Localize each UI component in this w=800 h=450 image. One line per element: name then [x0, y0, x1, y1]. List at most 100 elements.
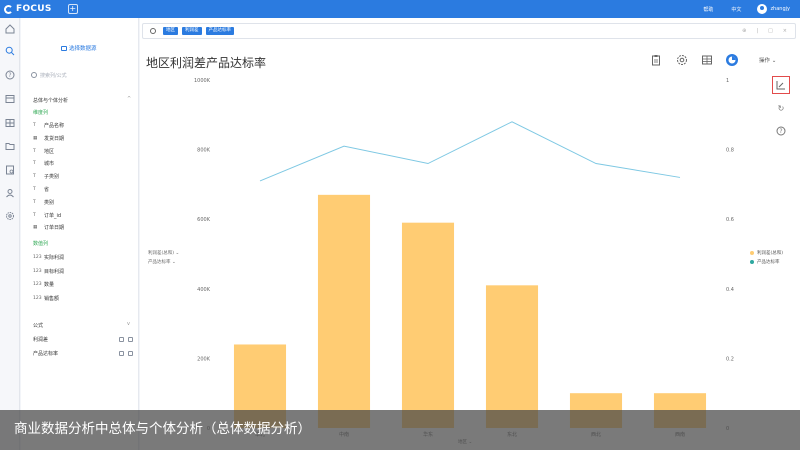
legend-dot [750, 251, 754, 255]
new-tab-button[interactable]: + [67, 4, 78, 14]
dimension-column-item[interactable]: T 地区 [33, 148, 54, 155]
group-title[interactable]: 总体与个体分析 [33, 97, 68, 104]
text-type-icon: T [33, 161, 36, 167]
main-area: 地区 利润差 产品达标率 ⊕ | □ × 地区利润差产品达标率 操作 ⌄ ↻ ?… [140, 18, 800, 450]
column-name: 省 [44, 187, 50, 193]
text-type-icon: T [33, 187, 36, 192]
settings-icon[interactable] [5, 211, 15, 221]
y-right-tick-label: 0.6 [726, 217, 734, 223]
column-name: 城市 [44, 161, 55, 168]
help-circle-icon[interactable]: ? [772, 122, 790, 140]
search-icon [31, 72, 37, 78]
clipboard-icon[interactable] [650, 54, 662, 66]
axis-chart-icon[interactable] [772, 76, 790, 94]
measure-column-item[interactable]: 123 实际利润 [33, 254, 64, 261]
pie-chart-icon[interactable] [726, 54, 738, 66]
table-icon[interactable] [5, 118, 15, 128]
column-name: 订单_id [44, 212, 62, 219]
search-icon[interactable] [5, 46, 15, 56]
table-view-icon[interactable] [701, 54, 713, 66]
dimension-column-item[interactable]: ▦ 发货日期 [33, 135, 64, 142]
calendar-icon: ▦ [33, 135, 38, 141]
help-circle-icon[interactable]: ? [5, 70, 15, 80]
bar [485, 285, 539, 428]
chevron-down-icon[interactable]: v [127, 321, 130, 327]
measure-section-label: 数值列 [33, 241, 49, 247]
legend-item[interactable]: 利润差(总和) [750, 250, 783, 256]
left-axis-label[interactable]: 利润差(总和) ⌄ [148, 250, 179, 256]
bar [401, 222, 455, 428]
column-name: 子类别 [44, 174, 60, 181]
dimension-section-label: 维度列 [33, 110, 49, 116]
edit-icon[interactable] [119, 337, 124, 342]
refresh-icon[interactable]: ↻ [772, 99, 790, 117]
search-bar[interactable]: 地区 利润差 产品达标率 ⊕ | □ × [142, 23, 796, 39]
number-type-icon: 123 [33, 295, 42, 301]
brand[interactable]: FOCUS [4, 4, 52, 14]
dimension-column-item[interactable]: T 城市 [33, 160, 54, 167]
y-left-tick-label: 600K [197, 217, 211, 223]
select-source-button[interactable]: 选择数据源 [61, 44, 97, 52]
data-connect-icon[interactable] [5, 165, 15, 175]
y-left-tick-label: 800K [197, 148, 211, 154]
user-avatar[interactable] [757, 4, 768, 14]
formula-item[interactable]: 产品达标率 [33, 350, 133, 357]
add-circle-icon[interactable]: ⊕ [742, 28, 746, 34]
dimension-column-item[interactable]: T省 [33, 186, 49, 193]
operations-menu[interactable]: 操作 ⌄ [759, 56, 776, 64]
delete-icon[interactable] [128, 351, 133, 356]
database-icon [61, 45, 67, 51]
column-name: 地区 [44, 148, 55, 155]
dashboard-icon[interactable] [5, 94, 15, 104]
formula-item[interactable]: 利润差 [33, 336, 133, 343]
home-icon[interactable] [5, 24, 15, 34]
select-source-label: 选择数据源 [69, 46, 97, 52]
combo-chart: 0200K400K600K800K1000K00.20.40.60.81华北中南… [194, 78, 734, 438]
text-type-icon: T [33, 148, 36, 154]
user-icon[interactable] [5, 188, 15, 198]
text-type-icon: T [33, 174, 36, 180]
right-axis-label[interactable]: 产品达标率 ⌄ [148, 259, 176, 265]
chevron-up-icon[interactable]: ^ [127, 96, 131, 102]
dropdown-arrow-icon: ⌄ [171, 260, 176, 265]
formula-section-title[interactable]: 公式 [33, 322, 43, 329]
y-left-tick-label: 200K [197, 356, 211, 362]
user-name[interactable]: zhangjy [770, 6, 790, 12]
svg-text:?: ? [8, 72, 11, 79]
y-right-tick-label: 0.4 [726, 287, 734, 293]
legend-label: 利润差(总和) [757, 251, 784, 256]
measure-column-item[interactable]: 123 销售额 [33, 295, 59, 302]
brand-name: FOCUS [16, 4, 52, 14]
dimension-column-item[interactable]: T 子类别 [33, 173, 59, 180]
y-left-tick-label: 1000K [194, 78, 211, 84]
series-line [259, 121, 681, 182]
y-right-tick-label: 0.2 [726, 356, 734, 362]
delete-icon[interactable] [128, 337, 133, 342]
measure-column-item[interactable]: 123 数量 [33, 281, 54, 288]
formula-name: 利润差 [33, 337, 49, 343]
measure-column-item[interactable]: 123 目标利润 [33, 268, 64, 275]
dropdown-arrow-icon: ⌄ [175, 251, 180, 256]
close-icon[interactable]: × [783, 28, 787, 34]
formula-name: 产品达标率 [33, 351, 59, 357]
dimension-column-item[interactable]: T 类别 [33, 199, 54, 206]
language-switch[interactable]: 中文 [731, 6, 741, 13]
search-token[interactable]: 地区 [163, 27, 178, 35]
folder-icon[interactable] [5, 141, 15, 151]
search-token[interactable]: 利润差 [182, 27, 202, 35]
dimension-column-item[interactable]: ▦ 订单日期 [33, 224, 64, 231]
number-type-icon: 123 [33, 255, 42, 260]
help-link[interactable]: 帮助 [703, 6, 713, 13]
operations-label: 操作 [759, 58, 771, 64]
expand-icon[interactable]: □ [768, 28, 773, 34]
text-type-icon: T [33, 123, 36, 128]
gear-icon[interactable] [676, 54, 688, 66]
column-search-input[interactable]: 搜索列/公式 [31, 70, 131, 80]
search-token[interactable]: 产品达标率 [205, 27, 234, 35]
dimension-column-item[interactable]: T 订单_id [33, 212, 61, 219]
dimension-column-item[interactable]: T 产品名称 [33, 122, 64, 129]
svg-text:?: ? [779, 128, 782, 135]
column-name: 数量 [44, 282, 55, 288]
edit-icon[interactable] [119, 351, 124, 356]
legend-item[interactable]: 产品达标率 [750, 259, 780, 265]
